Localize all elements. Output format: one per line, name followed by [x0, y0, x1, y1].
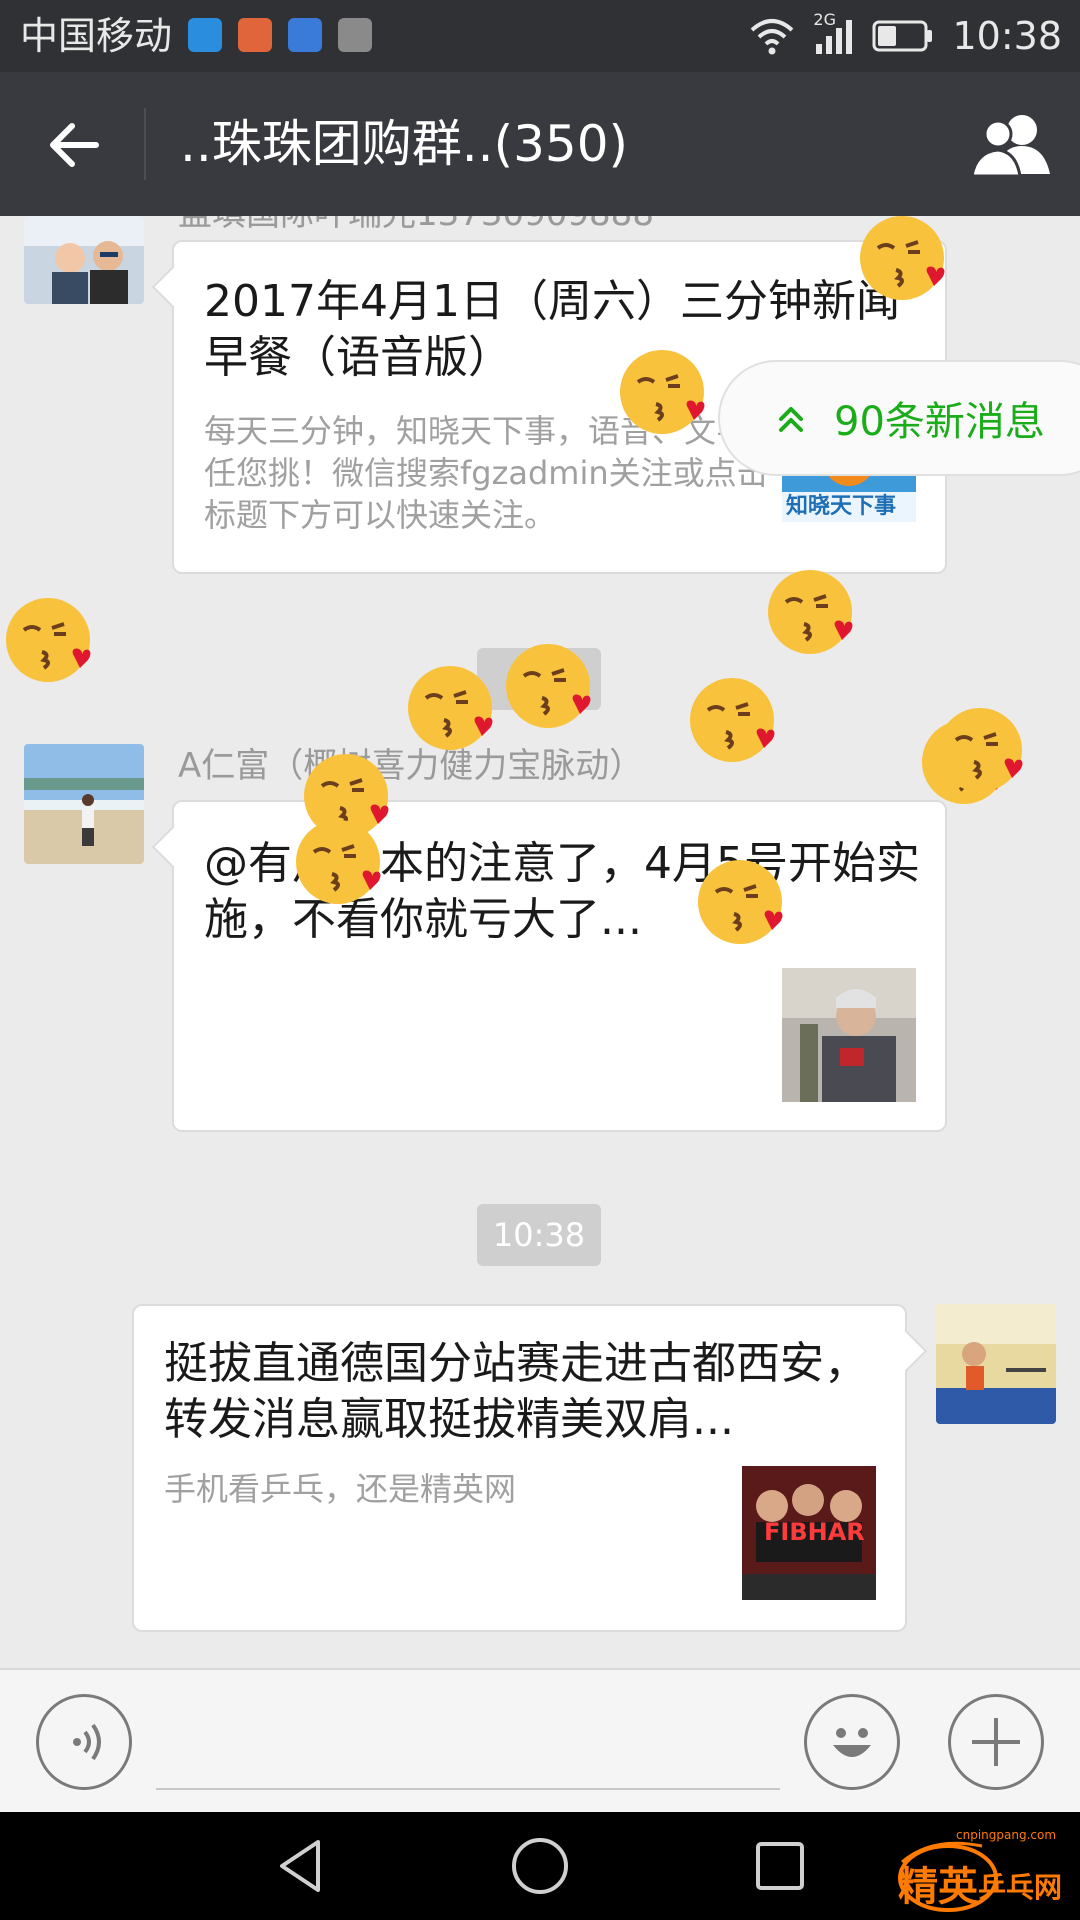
new-messages-label: 90条新消息 [834, 399, 1045, 445]
more-button[interactable] [948, 1694, 1044, 1790]
emoji-button[interactable] [804, 1694, 900, 1790]
kiss-emoji-icon [768, 570, 853, 654]
plus-icon [972, 1718, 1020, 1766]
signal-icon [816, 20, 853, 54]
mail-icon [238, 18, 272, 52]
status-bar: 中国移动 2G 10:38 [0, 0, 1080, 72]
card-thumbnail [782, 968, 916, 1102]
title-divider [144, 108, 146, 180]
thumbnail-caption: FIBHAR [764, 1518, 865, 1546]
voice-button[interactable] [36, 1694, 132, 1790]
navigation-bar: cnpingpang.com 精英 乒乓网 [0, 1812, 1080, 1920]
kiss-emoji-icon [296, 820, 381, 904]
title-bar: ..珠珠团购群..(350) [0, 72, 1080, 216]
kiss-emoji-icon [506, 644, 591, 728]
gallery-icon [338, 18, 372, 52]
nav-back-icon[interactable] [270, 1836, 330, 1896]
timestamp: 10:38 [477, 1204, 601, 1266]
message-card[interactable]: 挺拔直通德国分站赛走进古都西安，转发消息赢取挺拔精美双肩... 手机看乒乓，还是… [132, 1304, 907, 1632]
back-arrow-icon [50, 123, 99, 167]
new-messages-button[interactable]: 90条新消息 [718, 360, 1080, 476]
watermark-url: cnpingpang.com [956, 1828, 1057, 1842]
kiss-emoji-icon [620, 350, 705, 434]
message-card[interactable]: @有户口本的注意了，4月5号开始实施，不看你就亏大了... [172, 800, 947, 1132]
avatar[interactable] [936, 1304, 1056, 1424]
input-bar [0, 1668, 1080, 1812]
thumbnail-caption: 知晓天下事 [786, 494, 897, 519]
group-members-button[interactable] [970, 110, 1054, 180]
kiss-emoji-icon [6, 598, 91, 682]
voice-icon [73, 1723, 101, 1761]
kiss-emoji-icon [698, 860, 783, 944]
notification-icons [188, 18, 372, 52]
kiss-emoji-icon [938, 708, 1023, 792]
watermark-brand: 精英 [898, 1864, 978, 1910]
status-clock: 10:38 [952, 14, 1062, 58]
wifi-icon [751, 19, 794, 55]
nav-home-icon[interactable] [510, 1836, 570, 1896]
sender-name: 盘填国际叶瑞光13730909888 [178, 216, 654, 236]
avatar[interactable] [24, 216, 144, 304]
back-button[interactable] [36, 108, 110, 182]
health-icon [288, 18, 322, 52]
chat-area[interactable]: 盘填国际叶瑞光13730909888 2017年4月1日（周六）三分钟新闻早餐（… [0, 216, 1080, 1668]
card-thumbnail: FIBHAR [742, 1466, 876, 1600]
group-members-icon [970, 115, 1050, 178]
carrier-label: 中国移动 [20, 14, 173, 58]
emoji-icon [833, 1728, 871, 1757]
watermark-brand2: 乒乓网 [978, 1871, 1063, 1904]
status-right: 10:38 [748, 10, 1062, 62]
battery-icon [872, 20, 933, 52]
avatar[interactable] [24, 744, 144, 864]
double-chevron-up-icon [779, 407, 803, 432]
card-description: 手机看乒乓，还是精英网 [164, 1470, 517, 1508]
kiss-emoji-icon [408, 666, 493, 750]
nav-recents-icon[interactable] [750, 1836, 810, 1896]
kiss-emoji-icon [690, 678, 775, 762]
card-title: 挺拔直通德国分站赛走进古都西安，转发消息赢取挺拔精美双肩... [164, 1338, 868, 1445]
edu-app-icon [188, 18, 222, 52]
message-input[interactable] [156, 1788, 780, 1790]
chat-title: ..珠珠团购群..(350) [180, 115, 629, 173]
kiss-emoji-icon [860, 216, 945, 300]
watermark-logo: cnpingpang.com 精英 乒乓网 [892, 1826, 1068, 1916]
